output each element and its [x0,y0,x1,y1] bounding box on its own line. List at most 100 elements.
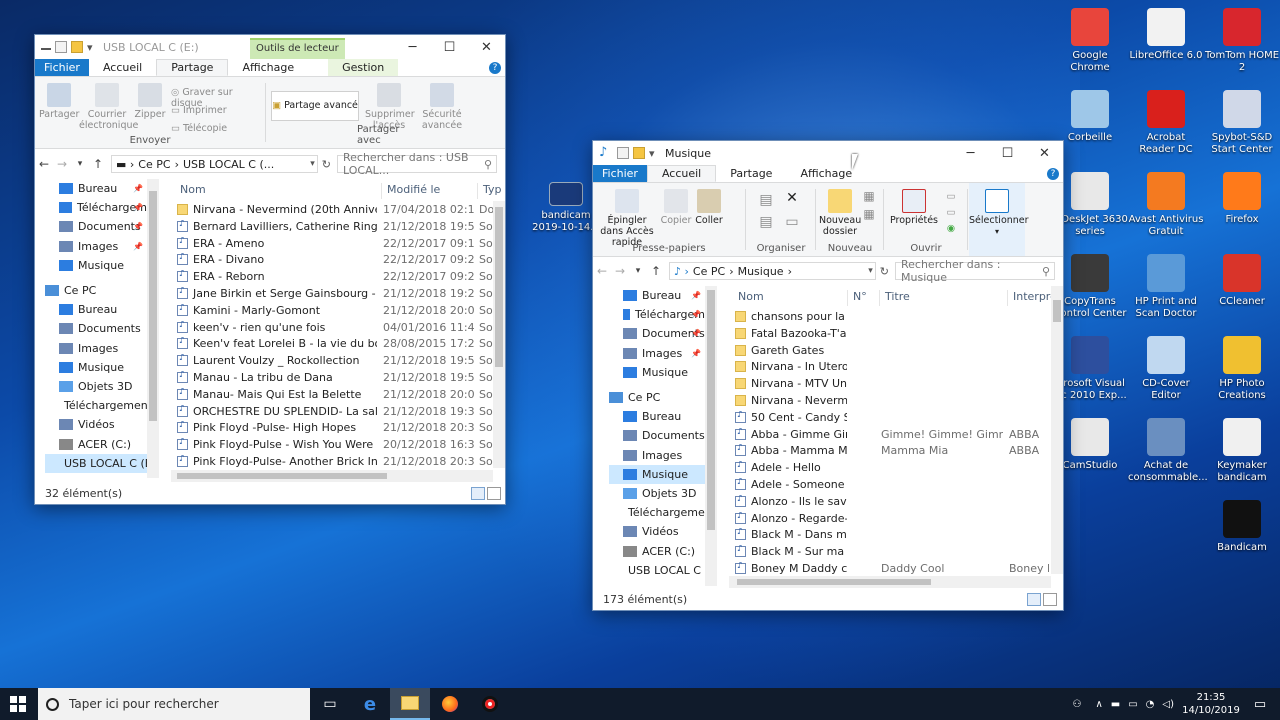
maximize-button[interactable]: ☐ [431,35,468,59]
back-arrow-icon[interactable]: ← [593,264,611,278]
new-folder-icon[interactable] [633,147,645,159]
breadcrumb-ce-pc[interactable]: Ce PC [138,158,170,171]
file-row[interactable]: Adele - Hello [729,459,1051,476]
nav-item[interactable]: Bureau 📌 [609,286,705,305]
chevron-down-icon[interactable]: ▾ [649,147,657,160]
file-row[interactable]: Alonzo - Regarde-... [729,510,1051,527]
notification-icon[interactable]: ▭ [1240,697,1280,712]
nav-item[interactable]: Ce PC [609,388,705,407]
explorer-window-usb[interactable]: ▾ USB LOCAL C (E:) Outils de lecteur ─ ☐… [34,34,506,505]
properties-icon[interactable] [617,147,629,159]
new-folder-icon[interactable] [71,41,83,53]
title-bar[interactable]: ▾ USB LOCAL C (E:) Outils de lecteur ─ ☐… [35,35,505,59]
open-icon[interactable]: ▭ [941,191,961,202]
file-row[interactable]: Black M - Dans ma ... [729,526,1051,543]
list-scrollbar[interactable] [493,201,505,468]
new-item-icon[interactable]: ▦ [859,190,879,202]
easy-access-icon[interactable]: ▦ [859,208,879,220]
details-view-icon[interactable] [471,487,485,500]
nav-item[interactable]: Musique [45,358,147,377]
nav-item[interactable]: Bureau 📌 [45,179,147,198]
file-row[interactable]: Bernard Lavilliers, Catherine Ringer - I… [171,218,505,235]
desktop-icon[interactable]: Google Chrome [1052,8,1128,74]
navigation-pane[interactable]: Bureau 📌 Téléchargem 📌 Documents 📌 Images 📌 Musi… [35,179,147,482]
tab-partage[interactable]: Partage [156,59,229,76]
new-folder-button[interactable]: Nouveau dossier [819,189,861,237]
details-view-icon[interactable] [1027,593,1041,606]
file-row[interactable]: Fatal Bazooka-T'as ... [729,325,1051,342]
chevron-down-icon[interactable]: ▾ [87,41,95,54]
edge-icon[interactable]: e [350,688,390,720]
task-view-icon[interactable]: ▭ [310,688,350,720]
nav-item[interactable]: ACER (C:) [45,434,147,453]
pin-quick-access-button[interactable]: Épingler dans Accès rapide [597,189,657,248]
desktop-icon[interactable]: Firefox [1204,172,1280,226]
explorer-window-musique[interactable]: ♪ ▾ Musique ─ ☐ ✕ Fichier Accueil Partag… [592,140,1064,611]
file-row[interactable]: ERA - Reborn22/12/2017 09:26So [171,268,505,285]
file-row[interactable]: Adele - Someone Li... [729,476,1051,493]
desktop-icon[interactable]: Bandicam [1204,500,1280,554]
fax-button[interactable]: ▭ Télécopie [171,123,263,134]
nav-item[interactable]: USB LOCAL C (E [45,453,147,473]
search-input[interactable]: Rechercher dans : USB LOCAL... ⚲ [337,151,497,177]
copy-to-icon[interactable]: ▤ [755,215,777,229]
desktop-icon[interactable]: Spybot-S&D Start Center [1204,90,1280,156]
share-button[interactable]: Partager [39,83,79,120]
desktop-icon[interactable]: CCleaner [1204,254,1280,308]
nav-scrollbar[interactable] [705,286,717,586]
nav-item[interactable]: Objets 3D [609,484,705,503]
file-row[interactable]: Pink Floyd-Pulse- Another Brick In The .… [171,453,505,470]
advanced-security-button[interactable]: Sécurité avancée [417,83,467,131]
file-row[interactable]: Jane Birkin et Serge Gainsbourg - Je T'a… [171,285,505,302]
help-icon[interactable]: ? [489,62,501,74]
nav-item[interactable]: Images [45,339,147,358]
tab-accueil[interactable]: Accueil [646,165,717,182]
desktop-icon[interactable]: Avast Antivirus Gratuit [1128,172,1204,238]
nav-item[interactable]: Documents 📌 [45,217,147,236]
file-row[interactable]: Nirvana - MTV Unpl... [729,375,1051,392]
up-arrow-icon[interactable]: ↑ [89,157,107,171]
nav-item[interactable]: Téléchargem 📌 [609,305,705,324]
show-hidden-icons-chevron-icon[interactable]: ∧ [1095,699,1102,710]
column-nom[interactable]: Nom [733,290,764,306]
minimize-button[interactable]: ─ [952,141,989,165]
clock[interactable]: 21:35 14/10/2019 [1182,691,1240,717]
pin-icon[interactable]: 📌 [691,329,701,338]
desktop-icon[interactable]: HP Print and Scan Doctor [1128,254,1204,320]
people-icon[interactable]: ⚇ [1072,699,1081,710]
nav-item[interactable]: Bureau [45,300,147,319]
help-icon[interactable]: ? [1047,168,1059,180]
nav-item[interactable]: ACER (C:) [609,541,705,560]
file-row[interactable]: Gareth Gates [729,342,1051,359]
nav-item[interactable]: Téléchargement [45,396,147,415]
file-list[interactable]: Nom Modifié le Typ Nirvana - Nevermind (… [171,179,505,482]
horizontal-scrollbar[interactable] [171,470,493,482]
file-row[interactable]: Boney M Daddy cool Daddy Cool Boney M [729,560,1051,577]
file-row[interactable]: Pink Floyd -Pulse- High Hopes 21/12/2018 … [171,419,505,436]
tab-partage[interactable]: Partage [716,165,786,182]
history-icon[interactable]: ◉ [941,223,961,234]
desktop-icon[interactable]: Corbeille [1052,90,1128,144]
tab-affichage[interactable]: Affichage [228,59,308,76]
rename-icon[interactable]: ▭ [781,215,803,229]
tab-fichier[interactable]: Fichier [35,59,89,76]
file-list[interactable]: Nom N° Titre Interpré chansons pour la v… [729,286,1051,588]
copy-button[interactable]: Copier [659,189,693,226]
pin-icon[interactable]: 📌 [691,349,701,358]
file-row[interactable]: chansons pour la v... [729,308,1051,325]
search-input[interactable]: Rechercher dans : Musique ⚲ [895,258,1055,284]
file-row[interactable]: Keen'v feat Lorelei B - la vie du bon co… [171,335,505,352]
nav-item[interactable]: Vidéos [45,415,147,434]
refresh-icon[interactable]: ↻ [322,158,331,171]
zip-button[interactable]: Zipper [133,83,167,120]
recent-chevron-icon[interactable]: ▾ [629,266,647,276]
nav-item[interactable]: Documents [609,426,705,445]
minimize-button[interactable]: ─ [394,35,431,59]
desktop-icon[interactable]: HP Photo Creations [1204,336,1280,402]
battery-icon[interactable]: ▭ [1128,699,1137,710]
nav-item[interactable]: Téléchargement [609,503,705,522]
nav-item[interactable]: Ce PC [45,281,147,300]
close-button[interactable]: ✕ [468,35,505,59]
file-row[interactable]: Kamini - Marly-Gomont21/12/2018 20:07So [171,302,505,319]
pin-icon[interactable]: 📌 [133,242,143,251]
